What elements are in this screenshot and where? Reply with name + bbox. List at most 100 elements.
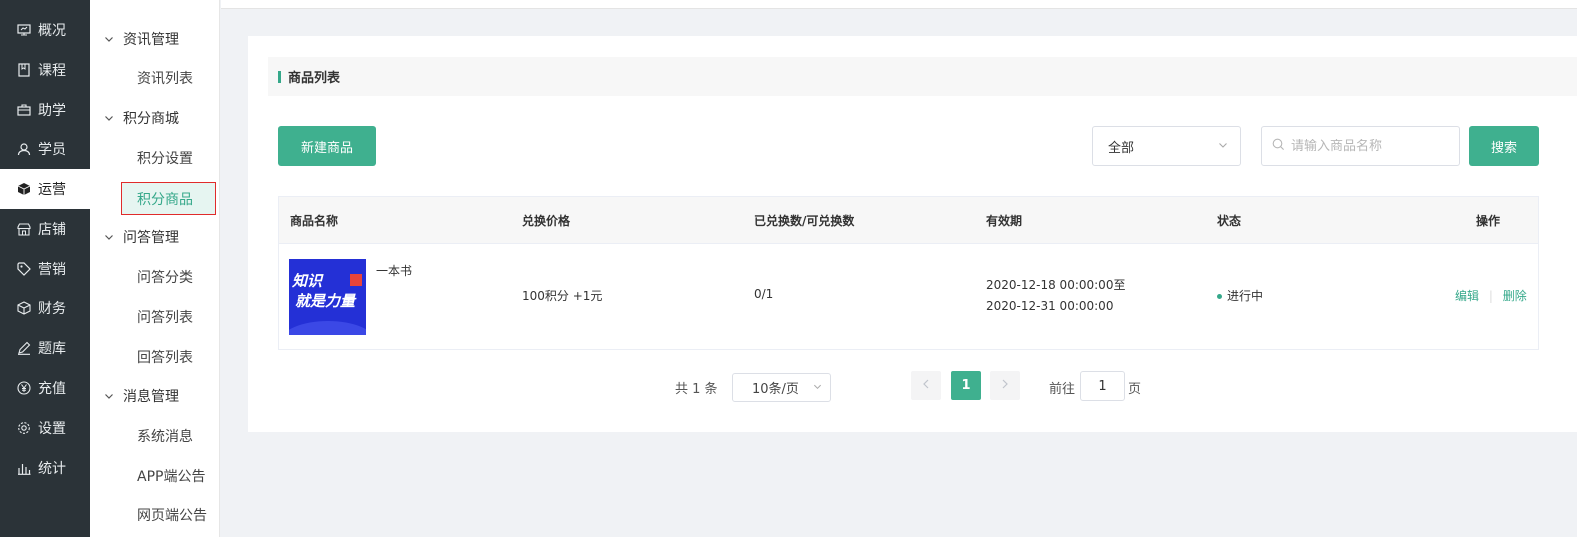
column-header-price: 兑换价格 [522,214,571,228]
edit-link[interactable]: 编辑 [1455,289,1479,303]
nav-item-label: 营销 [38,262,66,278]
submenu-item-web-notice[interactable]: 网页端公告 [90,495,220,535]
submenu-item-points-settings[interactable]: 积分设置 [90,138,220,178]
search-icon [1272,138,1285,155]
goods-price: 100积分 +1元 [522,289,603,303]
column-header-status: 状态 [1217,214,1242,228]
submenu-item-points-goods[interactable]: 积分商品 [121,182,216,215]
store-icon [16,221,32,237]
submenu-group-label: 资讯管理 [123,32,179,48]
goods-name: 一本书 [376,264,413,278]
nav-item-operation[interactable]: 运营 [0,169,90,209]
nav-item-students[interactable]: 学员 [0,129,90,169]
new-goods-button[interactable]: 新建商品 [278,126,376,166]
table-header: 商品名称 兑换价格 已兑换数/可兑换数 有效期 状态 操作 [279,197,1538,244]
status-badge: 进行中 [1217,287,1263,304]
main-sidebar: 概况 课程 助学 学员 运营 店铺 营销 财务 题库 充值 设置 统计 [0,0,90,537]
nav-item-question-bank[interactable]: 题库 [0,328,90,368]
nav-item-overview[interactable]: 概况 [0,10,90,50]
prev-page-button[interactable] [911,371,941,400]
submenu-item-app-notice[interactable]: APP端公告 [90,456,220,496]
nav-item-label: 运营 [38,182,66,198]
pen-icon [16,340,32,356]
nav-item-recharge[interactable]: 充值 [0,368,90,408]
row-actions: 编辑 | 删除 [1455,287,1527,304]
nav-item-label: 学员 [38,142,66,158]
nav-item-assist[interactable]: 助学 [0,90,90,130]
submenu-item-news-list[interactable]: 资讯列表 [90,58,220,98]
box-icon [16,300,32,316]
cube-icon [16,181,32,197]
status-filter-select[interactable]: 全部 [1092,126,1241,166]
nav-item-label: 概况 [38,23,66,39]
page-title: 商品列表 [288,71,341,86]
nav-item-stats[interactable]: 统计 [0,448,90,488]
submenu-group-label: 积分商城 [123,111,179,127]
submenu-group-label: 消息管理 [123,389,179,405]
chevron-down-icon [102,230,116,244]
nav-item-store[interactable]: 店铺 [0,209,90,249]
submenu-group-news[interactable]: 资讯管理 [90,19,220,59]
goto-page-input[interactable] [1080,371,1125,401]
nav-item-label: 统计 [38,461,66,477]
briefcase-icon [16,102,32,118]
top-bar [221,0,1577,9]
chevron-right-icon [1001,378,1009,393]
chevron-down-icon [102,111,116,125]
goto-suffix: 页 [1128,382,1142,397]
validity-end: 2020-12-31 00:00:00 [986,299,1114,313]
chevron-left-icon [922,378,930,393]
goods-exchanged: 0/1 [754,287,774,301]
table-row: 知识 就是力量 一本书 100积分 +1元 0/1 2020-12-18 00:… [279,244,1538,349]
submenu-group-points-mall[interactable]: 积分商城 [90,98,220,138]
overview-icon [16,22,32,38]
tag-icon [16,261,32,277]
page-size-value: 10条/页 [752,382,799,397]
sub-sidebar: 资讯管理 资讯列表 积分商城 积分设置 积分商品 问答管理 问答分类 问答列表 … [90,0,220,537]
nav-item-label: 财务 [38,301,66,317]
page-size-select[interactable]: 10条/页 [732,373,831,402]
nav-item-label: 店铺 [38,222,66,238]
nav-item-label: 设置 [38,421,66,437]
title-accent-bar [278,70,281,83]
panel-header: 商品列表 [268,57,1577,96]
nav-item-label: 课程 [38,63,66,79]
submenu-item-qa-category[interactable]: 问答分类 [90,257,220,297]
status-text: 进行中 [1227,289,1264,303]
chevron-down-icon [102,389,116,403]
nav-item-label: 充值 [38,381,66,397]
column-header-exchanged: 已兑换数/可兑换数 [754,214,855,228]
goods-panel: 商品列表 新建商品 全部 搜索 商品名称 兑换价格 已兑换数/可兑换数 有效期 … [248,36,1577,432]
book-icon [16,62,32,78]
next-page-button[interactable] [990,371,1020,400]
nav-item-course[interactable]: 课程 [0,50,90,90]
chevron-down-icon [1218,139,1228,154]
submenu-group-label: 问答管理 [123,230,179,246]
status-filter-value: 全部 [1108,140,1135,156]
submenu-group-messages[interactable]: 消息管理 [90,376,220,416]
thumbnail-text-line2: 就是力量 [295,292,356,310]
search-box [1261,126,1460,166]
column-header-name: 商品名称 [290,214,339,228]
column-header-validity: 有效期 [986,214,1023,228]
gear-icon [16,420,32,436]
user-icon [16,141,32,157]
nav-item-settings[interactable]: 设置 [0,408,90,448]
delete-link[interactable]: 删除 [1503,289,1527,303]
pagination-total: 共 1 条 [675,382,718,397]
nav-item-finance[interactable]: 财务 [0,288,90,328]
search-button[interactable]: 搜索 [1469,126,1539,166]
goods-thumbnail: 知识 就是力量 [289,259,366,335]
page-number-current[interactable]: 1 [951,371,981,400]
goods-table: 商品名称 兑换价格 已兑换数/可兑换数 有效期 状态 操作 知识 就是力量 一本… [278,196,1539,350]
status-dot-icon [1217,294,1222,299]
search-input[interactable] [1291,138,1451,154]
submenu-item-answer-list[interactable]: 回答列表 [90,337,220,377]
submenu-group-qa[interactable]: 问答管理 [90,217,220,257]
nav-item-marketing[interactable]: 营销 [0,249,90,289]
submenu-item-qa-list[interactable]: 问答列表 [90,297,220,337]
chevron-down-icon [813,380,822,395]
submenu-item-system-messages[interactable]: 系统消息 [90,416,220,456]
thumbnail-text-line1: 知识 [292,272,323,290]
goto-prefix: 前往 [1049,382,1076,397]
